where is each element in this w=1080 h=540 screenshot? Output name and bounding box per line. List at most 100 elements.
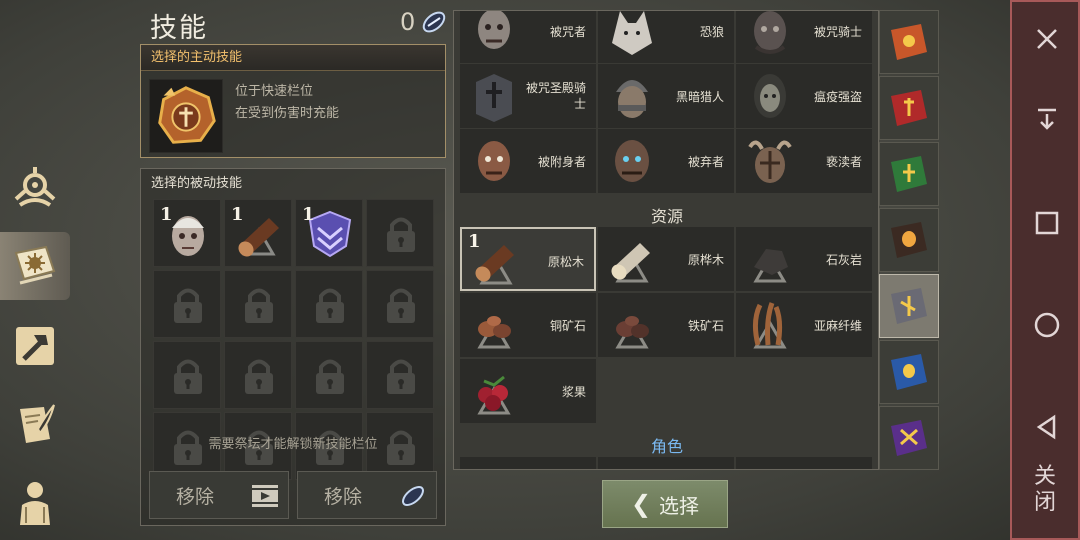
category-journal-button[interactable] — [0, 390, 70, 458]
enemy-card[interactable]: 被咒骑士 — [736, 11, 872, 63]
book-tab-mask[interactable] — [879, 208, 939, 272]
category-skills-button[interactable] — [0, 232, 70, 300]
theatre-book-icon — [891, 354, 927, 390]
locked-slot[interactable] — [295, 341, 363, 409]
resource-card-label: 亚麻纤维 — [813, 319, 862, 333]
resource-card[interactable]: 浆果 — [460, 359, 596, 423]
locked-slot[interactable] — [153, 341, 221, 409]
role-card[interactable] — [460, 457, 596, 469]
character-icon — [20, 482, 50, 525]
berries-icon — [477, 375, 511, 415]
lock-icon — [245, 288, 273, 323]
lock-icon — [387, 217, 415, 252]
resource-card[interactable]: 亚麻纤维 — [736, 293, 872, 357]
passive-slot[interactable]: 1 — [153, 199, 221, 267]
book-tab-theatre[interactable] — [879, 340, 939, 404]
lock-icon — [387, 359, 415, 394]
resource-card[interactable]: 石灰岩 — [736, 227, 872, 291]
lock-icon — [174, 288, 202, 323]
remove-button-label: 移除 — [324, 485, 363, 508]
locked-slot[interactable] — [366, 341, 434, 409]
enemy-card-label: 被咒骑士 — [813, 25, 862, 39]
locked-slot[interactable] — [366, 199, 434, 267]
resource-card-label: 原桦木 — [687, 253, 724, 267]
video-icon — [252, 485, 278, 507]
active-skill-panel: 选择的主动技能 位于快速栏位 在受到伤害时充能 — [140, 44, 446, 158]
enemy-card[interactable]: 被弃者 — [598, 129, 734, 193]
locked-slot[interactable] — [366, 270, 434, 338]
locked-slot[interactable] — [153, 270, 221, 338]
forsaken-icon — [615, 140, 649, 182]
resource-card-label: 铁矿石 — [687, 319, 724, 333]
enemy-card[interactable]: 被咒圣殿骑士 — [460, 64, 596, 128]
unlock-hint: 需要祭坛才能解锁新技能栏位 — [208, 437, 378, 452]
passive-slot[interactable]: 1 — [295, 199, 363, 267]
category-crafting-button[interactable] — [0, 156, 70, 224]
remove-by-gem-button[interactable]: 移除 — [297, 471, 437, 519]
passive-slot-count: 1 — [302, 204, 315, 225]
select-button[interactable]: ❮ 选择 — [602, 480, 728, 528]
lock-icon — [316, 359, 344, 394]
active-skill-slot[interactable] — [149, 79, 223, 153]
resource-card[interactable]: 原松木 1 — [460, 227, 596, 291]
resource-card[interactable]: 铜矿石 — [460, 293, 596, 357]
resource-card[interactable]: 铁矿石 — [598, 293, 734, 357]
close-icon[interactable] — [1030, 22, 1064, 56]
book-tab-explore[interactable] — [879, 274, 939, 338]
dagger-book-icon — [891, 90, 927, 126]
role-card[interactable] — [736, 457, 872, 469]
book-tab-arcane[interactable] — [879, 406, 939, 470]
passive-skill-header: 选择的被动技能 — [151, 176, 243, 191]
category-character-button[interactable] — [0, 468, 70, 536]
remove-by-video-button[interactable]: 移除 — [149, 471, 289, 519]
enemy-card[interactable]: 黑暗猎人 — [598, 64, 734, 128]
system-sidebar: 关闭 — [1010, 0, 1080, 540]
cursed-head-icon — [478, 11, 510, 49]
item-list-panel[interactable]: 资源 角色 被咒者 恐狼 被咒骑士 被咒圣殿骑士 黑暗猎人 瘟疫强盗 被附身者 被弃者 亵渎者原… — [453, 10, 879, 470]
book-tab-nature[interactable] — [879, 142, 939, 206]
passive-slot[interactable]: 1 — [224, 199, 292, 267]
locked-slot[interactable] — [224, 341, 292, 409]
resources-section-title: 资源 — [650, 207, 683, 226]
nature-book-icon — [891, 156, 927, 192]
resource-card[interactable]: 原桦木 — [598, 227, 734, 291]
enemy-card[interactable]: 恐狼 — [598, 11, 734, 63]
home-icon[interactable] — [1030, 308, 1064, 342]
enemy-card[interactable]: 亵渎者 — [736, 129, 872, 193]
plague-bandit-icon — [754, 74, 786, 118]
locked-slot[interactable] — [295, 270, 363, 338]
tripod-icon — [14, 167, 56, 207]
enemy-card-label: 被弃者 — [687, 155, 724, 169]
explore-book-icon — [891, 288, 927, 324]
active-skill-desc-line2: 在受到伤害时充能 — [235, 106, 340, 121]
lock-icon — [387, 288, 415, 323]
sun-book-icon — [891, 24, 927, 60]
role-card[interactable] — [598, 457, 734, 469]
scroll-quill-icon — [20, 404, 55, 443]
lock-icon — [245, 359, 273, 394]
dire-wolf-icon — [612, 11, 652, 55]
rage-emblem-icon — [158, 86, 216, 144]
skills-book-icon — [14, 245, 56, 285]
flax-fiber-icon — [752, 302, 787, 349]
enemy-card-label: 被咒者 — [549, 25, 586, 39]
active-skill-desc-line1: 位于快速栏位 — [235, 84, 314, 99]
arcane-book-icon — [891, 420, 927, 456]
enemy-card[interactable]: 被附身者 — [460, 129, 596, 193]
back-icon[interactable] — [1030, 410, 1064, 444]
enemy-card[interactable]: 瘟疫强盗 — [736, 64, 872, 128]
collapse-down-icon[interactable] — [1030, 102, 1064, 136]
page-title: 技能 — [150, 13, 208, 44]
enemy-card-label: 被附身者 — [537, 155, 586, 169]
locked-slot[interactable] — [224, 270, 292, 338]
book-tab-dagger[interactable] — [879, 76, 939, 140]
recent-apps-icon[interactable] — [1030, 206, 1064, 240]
close-label[interactable]: 关闭 — [1034, 464, 1060, 516]
book-tab-sun[interactable] — [879, 10, 939, 74]
mask-book-icon — [891, 222, 927, 258]
enemy-card-label: 黑暗猎人 — [675, 90, 724, 104]
enemy-card[interactable]: 被咒者 — [460, 11, 596, 63]
category-build-button[interactable] — [0, 312, 70, 380]
resource-card-label: 铜矿石 — [549, 319, 586, 333]
lock-icon — [174, 359, 202, 394]
